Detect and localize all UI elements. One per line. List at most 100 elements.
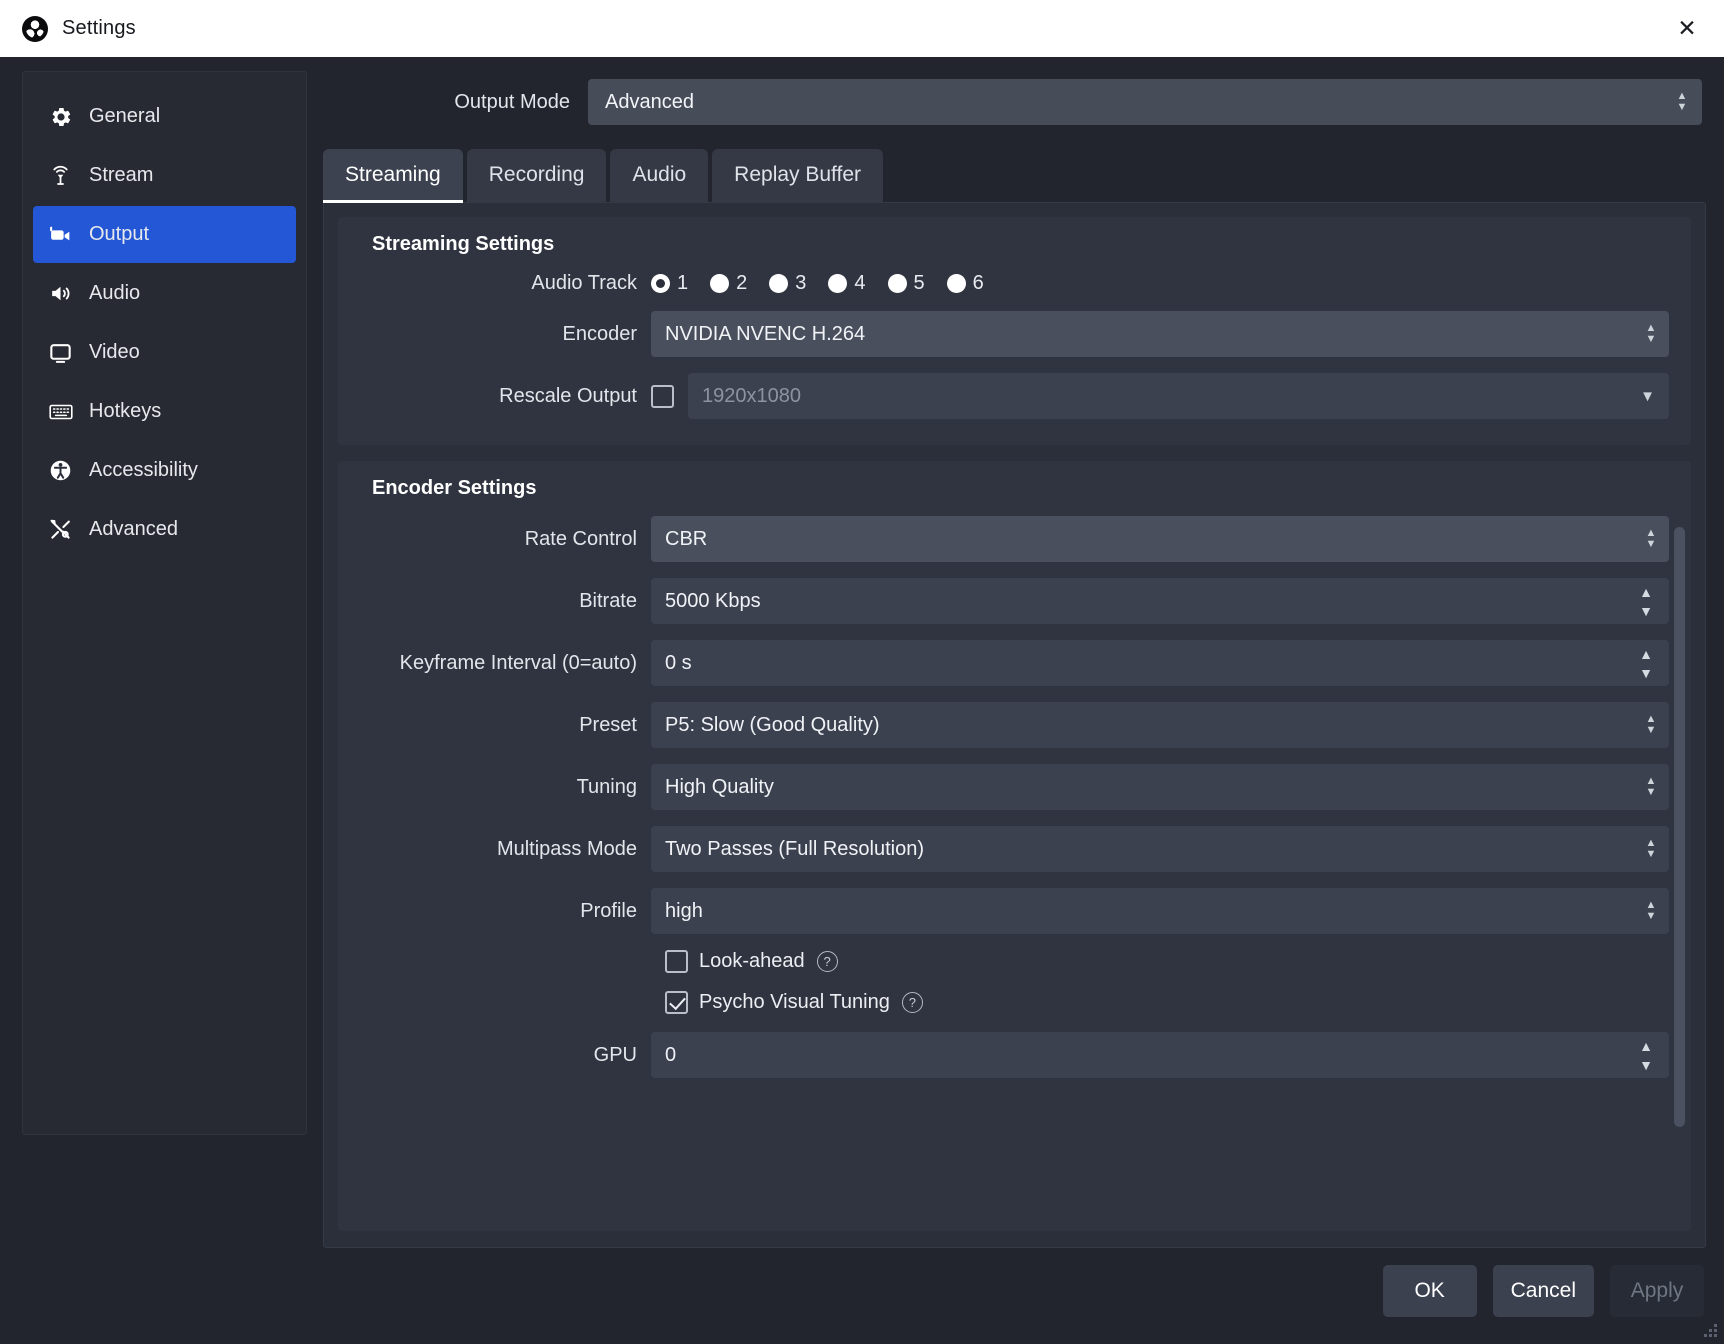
gpu-label: GPU — [593, 1043, 637, 1066]
multipass-mode-row: Multipass Mode Two Passes (Full Resoluti… — [346, 826, 1669, 872]
sidebar-item-accessibility[interactable]: Accessibility — [33, 442, 296, 499]
chevron-updown-icon: ▲ ▼ — [1645, 899, 1657, 922]
sidebar-item-label: Audio — [89, 282, 141, 304]
psycho-visual-tuning-checkbox[interactable] — [665, 991, 688, 1014]
multipass-mode-label: Multipass Mode — [496, 837, 637, 860]
help-icon[interactable]: ? — [901, 992, 923, 1013]
tuning-value: High Quality — [665, 775, 774, 798]
rescale-output-row: Rescale Output 1920x1080 ▼ — [346, 373, 1669, 419]
title-bar: Settings ✕ — [0, 0, 1724, 57]
encoder-settings-group: Encoder Settings Rate Control CBR ▲ ▼ Bit… — [338, 461, 1691, 1231]
profile-select[interactable]: high ▲ ▼ — [651, 888, 1669, 934]
monitor-icon — [47, 339, 74, 366]
audio-track-radio-group: 1 2 3 4 5 6 — [651, 272, 1006, 295]
look-ahead-label: Look-ahead — [699, 950, 805, 972]
radio-indicator — [946, 274, 966, 293]
keyframe-interval-row: Keyframe Interval (0=auto) 0 s ▲ ▼ — [346, 640, 1669, 686]
rate-control-row: Rate Control CBR ▲ ▼ — [346, 516, 1669, 562]
gpu-input[interactable]: 0 ▲ ▼ — [651, 1032, 1669, 1078]
sidebar-item-general[interactable]: General — [33, 88, 296, 145]
keyframe-interval-input[interactable]: 0 s ▲ ▼ — [651, 640, 1669, 686]
tab-streaming[interactable]: Streaming — [323, 149, 463, 203]
scrollbar-thumb[interactable] — [1674, 527, 1685, 1127]
sidebar-item-label: Video — [89, 341, 140, 363]
audio-track-radio-1[interactable]: 1 — [651, 272, 688, 295]
psycho-visual-tuning-label: Psycho Visual Tuning — [699, 991, 890, 1013]
stepper-icon[interactable]: ▲ ▼ — [1639, 1039, 1659, 1072]
chevron-updown-icon: ▲ ▼ — [1645, 527, 1657, 550]
look-ahead-row: Look-ahead ? — [346, 950, 1669, 973]
stepper-icon[interactable]: ▲ ▼ — [1639, 585, 1659, 618]
preset-row: Preset P5: Slow (Good Quality) ▲ ▼ — [346, 702, 1669, 748]
sidebar-item-label: Advanced — [89, 518, 178, 540]
rescale-output-checkbox[interactable] — [651, 384, 674, 408]
encoder-settings-title: Encoder Settings — [372, 477, 537, 499]
look-ahead-checkbox[interactable] — [665, 950, 688, 973]
sidebar-item-stream[interactable]: Stream — [33, 147, 296, 204]
chevron-updown-icon: ▲ ▼ — [1645, 713, 1657, 736]
encoder-select[interactable]: NVIDIA NVENC H.264 ▲ ▼ — [651, 311, 1669, 357]
settings-window: Settings ✕ General Stream Output Audio V… — [0, 0, 1724, 1344]
output-mode-select[interactable]: Advanced ▲ ▼ — [588, 79, 1702, 125]
sidebar-item-label: Hotkeys — [89, 400, 162, 422]
radio-indicator — [710, 274, 730, 293]
audio-track-radio-6[interactable]: 6 — [946, 272, 984, 295]
psycho-visual-tuning-row: Psycho Visual Tuning ? — [346, 991, 1669, 1014]
bitrate-value: 5000 Kbps — [665, 589, 761, 612]
close-icon[interactable]: ✕ — [1664, 9, 1710, 49]
tab-replay-buffer[interactable]: Replay Buffer — [712, 149, 884, 203]
sidebar-item-audio[interactable]: Audio — [33, 265, 296, 322]
rate-control-select[interactable]: CBR ▲ ▼ — [651, 516, 1669, 562]
apply-button: Apply — [1610, 1265, 1704, 1317]
output-mode-value: Advanced — [605, 90, 694, 113]
encoder-label: Encoder — [562, 322, 638, 345]
window-title: Settings — [62, 17, 136, 39]
rescale-output-select[interactable]: 1920x1080 ▼ — [688, 373, 1669, 419]
chevron-down-icon: ▼ — [1640, 387, 1655, 405]
bitrate-input[interactable]: 5000 Kbps ▲ ▼ — [651, 578, 1669, 624]
obs-logo-icon — [22, 15, 48, 42]
audio-track-radio-2[interactable]: 2 — [710, 272, 747, 295]
rate-control-label: Rate Control — [524, 527, 637, 550]
preset-select[interactable]: P5: Slow (Good Quality) ▲ ▼ — [651, 702, 1669, 748]
output-mode-label: Output Mode — [454, 90, 570, 113]
cancel-button[interactable]: Cancel — [1492, 1265, 1594, 1317]
dialog-body: General Stream Output Audio Video Hotkey… — [0, 57, 1724, 1248]
radio-indicator — [651, 274, 670, 293]
accessibility-icon — [47, 457, 74, 484]
audio-track-radio-3[interactable]: 3 — [769, 272, 806, 295]
tab-recording[interactable]: Recording — [466, 149, 607, 203]
profile-label: Profile — [580, 899, 637, 922]
keyframe-interval-label: Keyframe Interval (0=auto) — [399, 651, 637, 674]
radio-indicator — [887, 274, 907, 293]
sidebar-item-output[interactable]: Output — [33, 206, 296, 263]
multipass-mode-select[interactable]: Two Passes (Full Resolution) ▲ ▼ — [651, 826, 1669, 872]
chevron-updown-icon: ▲ ▼ — [1645, 775, 1657, 798]
sidebar-item-advanced[interactable]: Advanced — [33, 501, 296, 558]
radio-indicator — [769, 274, 789, 293]
keyframe-interval-value: 0 s — [665, 651, 692, 674]
rescale-output-label: Rescale Output — [499, 384, 637, 407]
sidebar-item-label: General — [89, 105, 161, 127]
audio-track-radio-5[interactable]: 5 — [887, 272, 925, 295]
tuning-select[interactable]: High Quality ▲ ▼ — [651, 764, 1669, 810]
audio-track-label: Audio Track — [531, 272, 637, 294]
sidebar-item-label: Stream — [89, 164, 154, 186]
output-tabs: Streaming Recording Audio Replay Buffer — [323, 149, 1706, 203]
preset-label: Preset — [579, 713, 637, 736]
tab-audio[interactable]: Audio — [610, 149, 709, 203]
ok-button[interactable]: OK — [1382, 1265, 1477, 1317]
tools-icon — [47, 516, 74, 543]
resize-grip-icon[interactable] — [1702, 1322, 1717, 1337]
help-icon[interactable]: ? — [816, 951, 838, 972]
stepper-icon[interactable]: ▲ ▼ — [1639, 647, 1659, 680]
sidebar-item-label: Accessibility — [89, 459, 198, 481]
chevron-updown-icon: ▲ ▼ — [1676, 90, 1688, 113]
encoder-settings-scrollbar[interactable] — [1674, 527, 1685, 1225]
sidebar-item-video[interactable]: Video — [33, 324, 296, 381]
output-mode-row: Output Mode Advanced ▲ ▼ — [323, 79, 1706, 125]
sidebar-item-label: Output — [89, 223, 150, 245]
multipass-mode-value: Two Passes (Full Resolution) — [665, 837, 924, 860]
sidebar-item-hotkeys[interactable]: Hotkeys — [33, 383, 296, 440]
audio-track-radio-4[interactable]: 4 — [828, 272, 866, 295]
